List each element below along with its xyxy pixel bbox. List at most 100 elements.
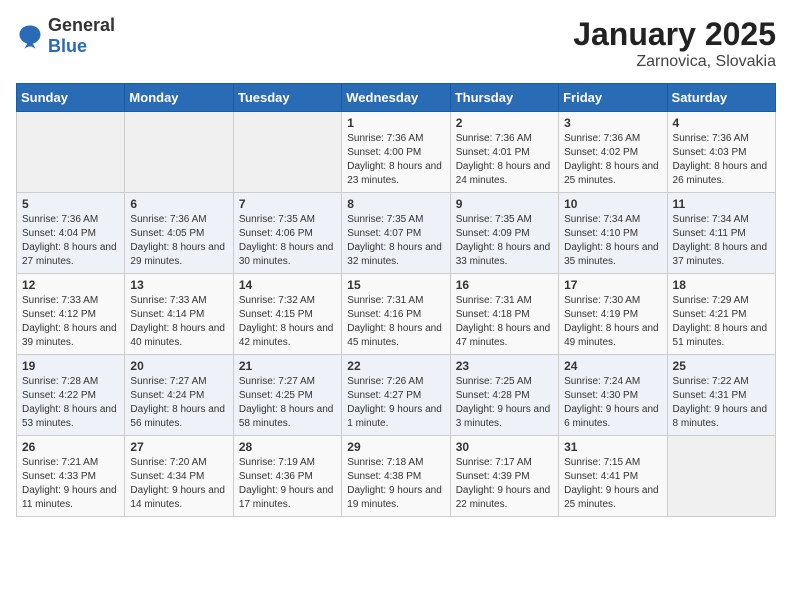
day-number: 9 <box>456 197 553 211</box>
sunset-text: Sunset: 4:14 PM <box>130 309 204 320</box>
daylight-text: Daylight: 9 hours and 17 minutes. <box>239 485 334 510</box>
sunrise-text: Sunrise: 7:19 AM <box>239 457 315 468</box>
day-number: 6 <box>130 197 227 211</box>
sunrise-text: Sunrise: 7:35 AM <box>456 214 532 225</box>
calendar-body: 1Sunrise: 7:36 AMSunset: 4:00 PMDaylight… <box>17 112 776 517</box>
cell-content: Sunrise: 7:35 AM Sunset: 4:09 PM Daylight:… <box>456 213 553 269</box>
sunrise-text: Sunrise: 7:18 AM <box>347 457 423 468</box>
sunset-text: Sunset: 4:16 PM <box>347 309 421 320</box>
sunset-text: Sunset: 4:24 PM <box>130 390 204 401</box>
sunset-text: Sunset: 4:04 PM <box>22 228 96 239</box>
calendar-cell: 31Sunrise: 7:15 AMSunset: 4:41 PMDayligh… <box>559 436 667 517</box>
cell-content: Sunrise: 7:31 AMSunset: 4:16 PMDaylight:… <box>347 294 444 350</box>
calendar-cell: 30Sunrise: 7:17 AMSunset: 4:39 PMDayligh… <box>450 436 558 517</box>
sunrise-text: Sunrise: 7:29 AM <box>673 295 749 306</box>
daylight-text: Daylight: 8 hours and 26 minutes. <box>673 161 768 186</box>
cell-content: Sunrise: 7:30 AMSunset: 4:19 PMDaylight:… <box>564 294 661 350</box>
calendar-cell: 17 Sunrise: 7:30 AMSunset: 4:19 PMDayligh… <box>559 274 667 355</box>
weekday-tuesday: Tuesday <box>233 84 341 112</box>
sunset-text: Sunset: 4:05 PM <box>130 228 204 239</box>
sunrise-text: Sunrise: 7:21 AM <box>22 457 98 468</box>
calendar-cell: 3Sunrise: 7:36 AMSunset: 4:02 PMDaylight… <box>559 112 667 193</box>
calendar-cell: 18Sunrise: 7:29 AMSunset: 4:21 PMDayligh… <box>667 274 775 355</box>
cell-content: Sunrise: 7:36 AMSunset: 4:04 PMDaylight:… <box>22 213 119 269</box>
daylight-text: Daylight: 9 hours and 19 minutes. <box>347 485 442 510</box>
daylight-text: Daylight: 8 hours and 33 minutes. <box>456 242 551 267</box>
daylight-text: Daylight: 8 hours and 40 minutes. <box>130 323 225 348</box>
logo-text-block: General Blue <box>48 16 115 57</box>
weekday-saturday: Saturday <box>667 84 775 112</box>
sunset-text: Sunset: 4:12 PM <box>22 309 96 320</box>
cell-content: Sunrise: 7:25 AMSunset: 4:28 PMDaylight:… <box>456 375 553 431</box>
sunset-text: Sunset: 4:01 PM <box>456 147 530 158</box>
daylight-text: Daylight: 9 hours and 1 minute. <box>347 404 442 429</box>
day-number: 1 <box>347 116 444 130</box>
day-number: 14 <box>239 278 336 292</box>
sunset-text: Sunset: 4:22 PM <box>22 390 96 401</box>
day-number: 22 <box>347 359 444 373</box>
calendar-cell: 10Sunrise: 7:34 AMSunset: 4:10 PMDayligh… <box>559 193 667 274</box>
cell-content: Sunrise: 7:24 AMSunset: 4:30 PMDaylight:… <box>564 375 661 431</box>
sunset-text: Sunset: 4:36 PM <box>239 471 313 482</box>
sunrise-text: Sunrise: 7:22 AM <box>673 376 749 387</box>
sunset-text: Sunset: 4:31 PM <box>673 390 747 401</box>
calendar-cell: 20Sunrise: 7:27 AMSunset: 4:24 PMDayligh… <box>125 355 233 436</box>
sunrise-text: Sunrise: 7:24 AM <box>564 376 640 387</box>
daylight-text: Daylight: 9 hours and 22 minutes. <box>456 485 551 510</box>
sunset-text: Sunset: 4:02 PM <box>564 147 638 158</box>
sunrise-text: Sunrise: 7:34 AM <box>673 214 749 225</box>
daylight-text: Daylight: 9 hours and 6 minutes. <box>564 404 659 429</box>
logo-general: General <box>48 16 115 36</box>
sunrise-text: Sunrise: 7:32 AM <box>239 295 315 306</box>
day-number: 17 <box>564 278 661 292</box>
cell-content: Sunrise: 7:36 AMSunset: 4:03 PMDaylight:… <box>673 132 770 188</box>
daylight-text: Daylight: 8 hours and 42 minutes. <box>239 323 334 348</box>
calendar-cell: 7Sunrise: 7:35 AMSunset: 4:06 PMDaylight… <box>233 193 341 274</box>
cell-content: Sunrise: 7:36 AMSunset: 4:00 PMDaylight:… <box>347 132 444 188</box>
calendar-header: Sunday Monday Tuesday Wednesday Thursday… <box>17 84 776 112</box>
day-number: 27 <box>130 440 227 454</box>
sunset-text: Sunset: 4:09 PM <box>456 228 530 239</box>
page-header: General Blue January 2025 Zarnovica, Slo… <box>16 16 776 71</box>
weekday-friday: Friday <box>559 84 667 112</box>
sunrise-text: Sunrise: 7:27 AM <box>130 376 206 387</box>
cell-content: Sunrise: 7:35 AMSunset: 4:07 PMDaylight:… <box>347 213 444 269</box>
calendar-cell: 27Sunrise: 7:20 AMSunset: 4:34 PMDayligh… <box>125 436 233 517</box>
day-number: 16 <box>456 278 553 292</box>
day-number: 10 <box>564 197 661 211</box>
cell-content: Sunrise: 7:18 AMSunset: 4:38 PMDaylight:… <box>347 456 444 512</box>
title-block: January 2025 Zarnovica, Slovakia <box>573 16 776 71</box>
day-number: 13 <box>130 278 227 292</box>
logo-blue: Blue <box>48 36 87 56</box>
daylight-text: Daylight: 9 hours and 25 minutes. <box>564 485 659 510</box>
daylight-text: Daylight: 8 hours and 51 minutes. <box>673 323 768 348</box>
weekday-wednesday: Wednesday <box>342 84 450 112</box>
logo: General Blue <box>16 16 115 57</box>
sunset-text: Sunset: 4:00 PM <box>347 147 421 158</box>
sunrise-text: Sunrise: 7:31 AM <box>456 295 532 306</box>
day-number: 31 <box>564 440 661 454</box>
daylight-text: Daylight: 8 hours and 32 minutes. <box>347 242 442 267</box>
day-number: 18 <box>673 278 770 292</box>
calendar-table: Sunday Monday Tuesday Wednesday Thursday… <box>16 83 776 517</box>
calendar-cell: 4Sunrise: 7:36 AMSunset: 4:03 PMDaylight… <box>667 112 775 193</box>
cell-content: Sunrise: 7:27 AMSunset: 4:24 PMDaylight:… <box>130 375 227 431</box>
sunrise-text: Sunrise: 7:36 AM <box>456 133 532 144</box>
day-number: 21 <box>239 359 336 373</box>
sunrise-text: Sunrise: 7:36 AM <box>564 133 640 144</box>
calendar-cell: 6Sunrise: 7:36 AMSunset: 4:05 PMDaylight… <box>125 193 233 274</box>
calendar-week-4: 19Sunrise: 7:28 AMSunset: 4:22 PMDayligh… <box>17 355 776 436</box>
daylight-text: Daylight: 9 hours and 14 minutes. <box>130 485 225 510</box>
calendar-week-3: 12Sunrise: 7:33 AMSunset: 4:12 PMDayligh… <box>17 274 776 355</box>
sunset-text: Sunset: 4:19 PM <box>564 309 638 320</box>
daylight-text: Daylight: 8 hours and 45 minutes. <box>347 323 442 348</box>
sunrise-text: Sunrise: 7:26 AM <box>347 376 423 387</box>
weekday-monday: Monday <box>125 84 233 112</box>
day-number: 8 <box>347 197 444 211</box>
cell-content: Sunrise: 7:33 AMSunset: 4:14 PMDaylight:… <box>130 294 227 350</box>
sunset-text: Sunset: 4:06 PM <box>239 228 313 239</box>
sunrise-text: Sunrise: 7:25 AM <box>456 376 532 387</box>
calendar-cell: 9 Sunrise: 7:35 AM Sunset: 4:09 PM Daylight… <box>450 193 558 274</box>
cell-content: Sunrise: 7:28 AMSunset: 4:22 PMDaylight:… <box>22 375 119 431</box>
sunset-text: Sunset: 4:34 PM <box>130 471 204 482</box>
